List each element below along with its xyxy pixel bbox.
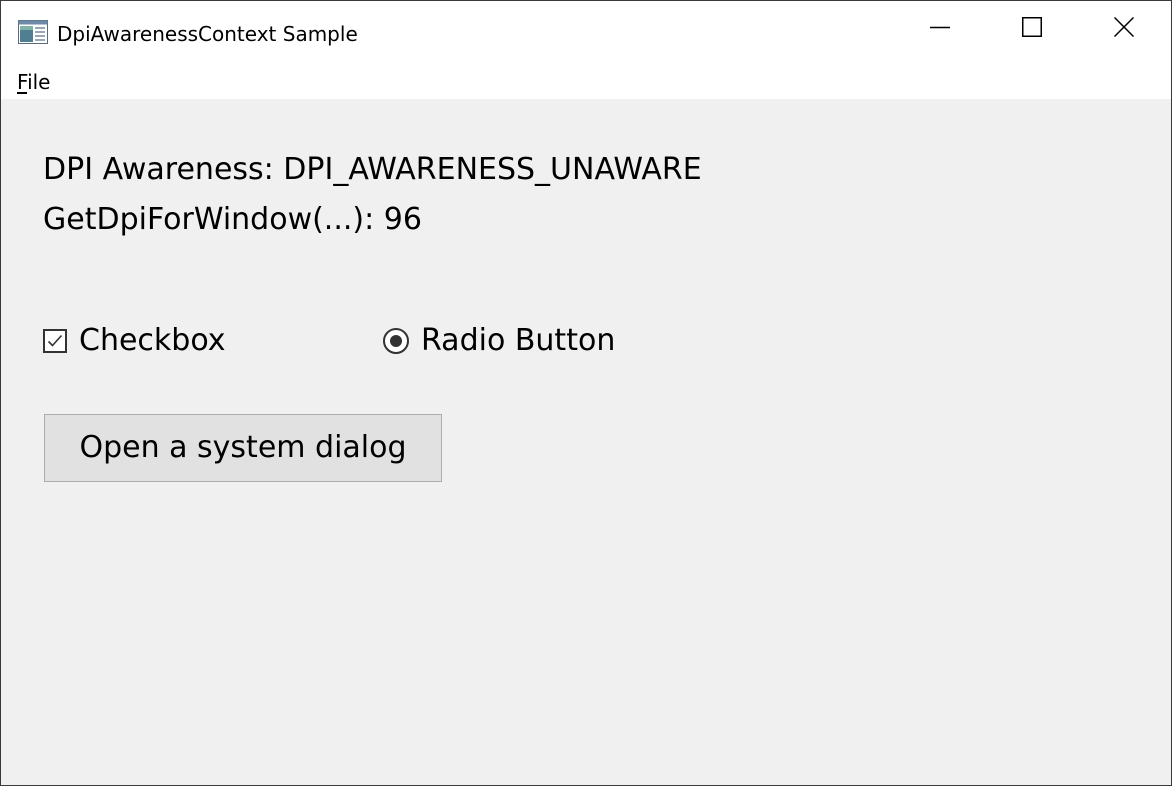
menu-item-file[interactable]: File: [17, 69, 50, 95]
menu-bar: File: [1, 65, 1171, 99]
radio-dot: [390, 335, 402, 347]
close-button[interactable]: [1078, 1, 1170, 53]
maximize-icon: [1022, 17, 1042, 37]
minimize-icon: [930, 26, 950, 29]
client-area: DPI Awareness: DPI_AWARENESS_UNAWARE Get…: [1, 99, 1171, 785]
maximize-button[interactable]: [986, 1, 1078, 53]
open-system-dialog-button[interactable]: Open a system dialog: [44, 414, 442, 482]
checkbox-control[interactable]: Checkbox: [43, 321, 226, 361]
radio-button-label[interactable]: Radio Button: [421, 321, 615, 361]
dpi-for-window-text: GetDpiForWindow(...): 96: [43, 202, 422, 237]
app-window: DpiAwarenessContext Sample File DPI Awar…: [0, 0, 1172, 786]
app-window-icon[interactable]: [18, 20, 48, 44]
title-bar[interactable]: DpiAwarenessContext Sample: [1, 1, 1171, 65]
close-icon: [1114, 17, 1134, 37]
dpi-awareness-text: DPI Awareness: DPI_AWARENESS_UNAWARE: [43, 152, 702, 187]
window-title: DpiAwarenessContext Sample: [57, 22, 358, 46]
menu-item-file-accelerator: F: [17, 70, 28, 94]
radio-button-control[interactable]: Radio Button: [383, 321, 615, 361]
menu-item-file-label: ile: [27, 70, 51, 94]
checkbox-checked-icon[interactable]: [43, 329, 67, 353]
radio-selected-icon[interactable]: [383, 328, 409, 354]
checkbox-label[interactable]: Checkbox: [79, 321, 226, 361]
minimize-button[interactable]: [894, 1, 986, 53]
